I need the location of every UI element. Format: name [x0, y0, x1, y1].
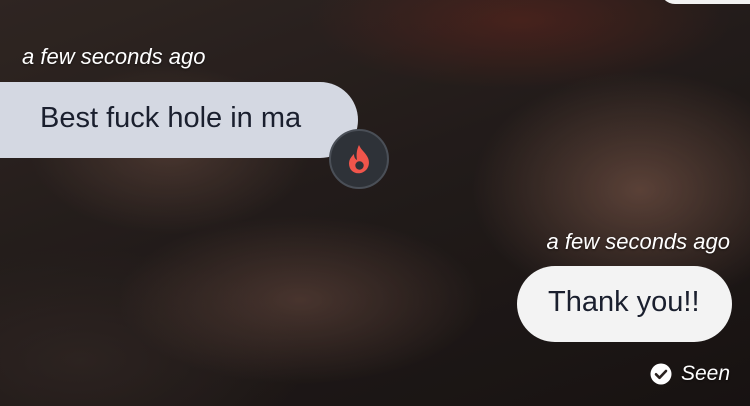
- outgoing-message-text: Thank you!!: [548, 286, 700, 318]
- incoming-message-text: Best fuck hole in ma: [40, 102, 302, 134]
- flame-icon: [349, 145, 369, 174]
- seen-label: Seen: [680, 362, 730, 385]
- outgoing-message-bubble[interactable]: Thank you!!: [517, 266, 732, 342]
- incoming-message-bubble[interactable]: Best fuck hole in ma: [0, 82, 358, 158]
- check-circle-icon: [650, 363, 672, 385]
- incoming-timestamp: a few seconds ago: [22, 44, 206, 69]
- outgoing-timestamp: a few seconds ago: [546, 229, 730, 254]
- read-receipt: Seen: [650, 362, 730, 386]
- previous-message-bubble[interactable]: [660, 0, 750, 4]
- chat-screen: a few seconds ago Best fuck hole in ma a…: [0, 0, 750, 406]
- reaction-badge[interactable]: [329, 129, 389, 189]
